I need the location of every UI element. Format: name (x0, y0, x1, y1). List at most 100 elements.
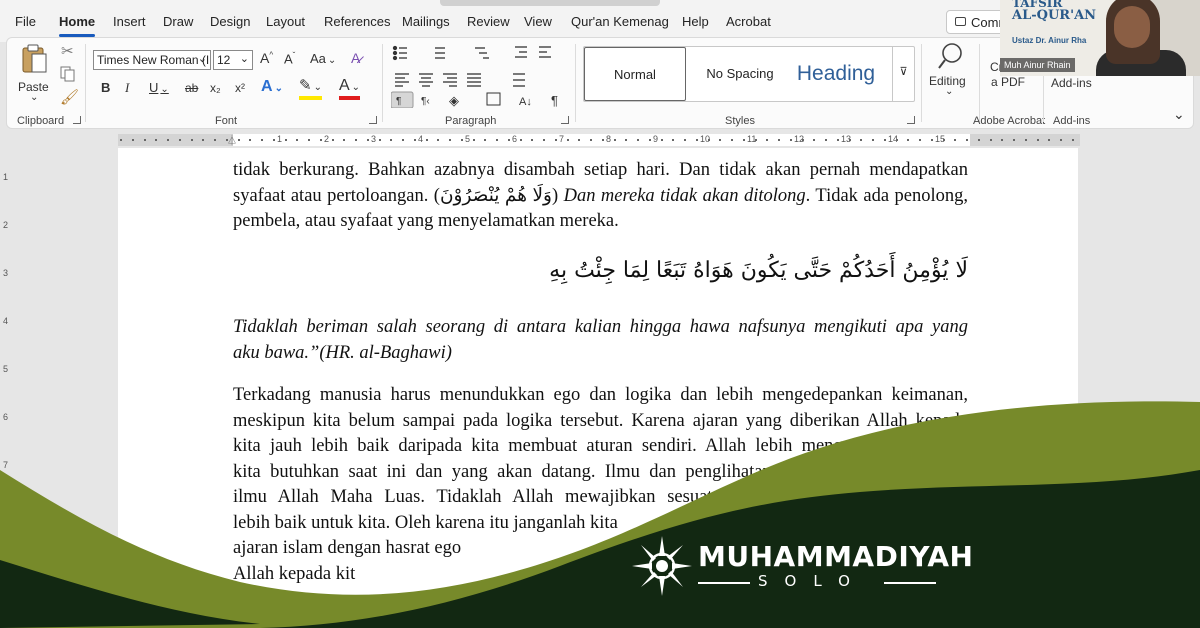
paragraph-1-line-3: pembela, atau syafaat yang menyelamatkan… (233, 211, 619, 231)
ruler-number: 9 (653, 134, 659, 144)
ruler-tick (578, 139, 581, 141)
paragraph-3-line: Terkadang manusia harus menundukkan ego … (233, 385, 968, 405)
change-case-button[interactable]: Aa (310, 51, 336, 66)
format-painter-icon[interactable]: 🖌 (60, 88, 79, 106)
highlight-color-button[interactable]: ✎ (299, 78, 322, 100)
styles-more-icon[interactable]: ⊽ (892, 47, 914, 101)
ruler-tick (167, 139, 169, 141)
tab-mailings[interactable]: Mailings (402, 14, 450, 29)
ruler-number: 7 (559, 134, 565, 144)
ruler-tick (378, 139, 381, 141)
tab-insert[interactable]: Insert (113, 14, 146, 29)
tab-help[interactable]: Help (682, 14, 709, 29)
ruler-tick (754, 139, 757, 141)
ruler-tick (942, 139, 945, 141)
ruler-tick (425, 139, 428, 141)
cut-icon[interactable]: ✂ (61, 42, 74, 60)
paragraph-3-line: lebih baik untuk kita. Oleh karena itu j… (233, 512, 618, 533)
ruler-tick (660, 139, 663, 141)
ruler-number: 3 (371, 134, 377, 144)
ruler-tick (883, 139, 886, 141)
paragraph-launcher-icon[interactable] (561, 116, 569, 124)
ruler-tick (296, 139, 299, 141)
ruler-tick (413, 139, 416, 141)
ruler-tick (1036, 139, 1039, 141)
shrink-font-button[interactable]: Aˇ (284, 51, 295, 66)
bold-button[interactable]: B (101, 80, 110, 95)
paragraph-1-tail: . Tidak ada penolong, (805, 185, 968, 206)
tab-file[interactable]: File (15, 14, 36, 29)
ruler-tick (308, 139, 310, 141)
font-size-select[interactable]: 12 ⌄ (213, 50, 253, 70)
font-color-button[interactable]: A (339, 77, 361, 100)
clear-formatting-icon[interactable]: A̷ (351, 50, 360, 66)
ruler-tick (472, 139, 475, 141)
tab-review[interactable]: Review (467, 14, 510, 29)
ruler-tick (460, 139, 463, 141)
ruler-tick (531, 139, 534, 141)
addins-button[interactable]: Add-ins (1051, 76, 1092, 90)
tab-view[interactable]: View (524, 14, 552, 29)
ruler-tick (860, 139, 863, 141)
copy-icon[interactable] (60, 66, 76, 82)
collapse-ribbon-icon[interactable]: ⌄ (1173, 106, 1185, 123)
style-normal[interactable]: Normal (584, 47, 686, 101)
ruler-tick (331, 139, 334, 141)
ruler-tick (143, 139, 146, 141)
ruler-tick (190, 139, 193, 141)
styles-launcher-icon[interactable] (907, 116, 915, 124)
paragraph-3-line: kita butuhkan saat ini dan yang akan dat… (233, 461, 968, 482)
title-bar (440, 0, 660, 6)
tab-quran-kemenag[interactable]: Qur'an Kemenag (571, 14, 669, 29)
clipboard-launcher-icon[interactable] (73, 116, 81, 124)
brand-city: SOLO (758, 572, 867, 590)
style-no-spacing[interactable]: No Spacing (690, 47, 790, 101)
paragraph-1-arabic-inline: syafaat atau pertoloangan. (وَلَا هُمْ ي… (233, 185, 559, 206)
superscript-button[interactable]: x² (235, 81, 245, 95)
ruler-tick (366, 139, 369, 141)
create-pdf-label-line2: a PDF (990, 75, 1025, 89)
subscript-button[interactable]: x₂ (210, 81, 221, 95)
font-launcher-icon[interactable] (369, 116, 377, 124)
ruler-tick (237, 139, 240, 141)
hadith-translation-line-2: aku bawa.”(HR. al-Baghawi) (233, 342, 452, 363)
ruler-number: 8 (606, 134, 612, 144)
underline-button[interactable]: U (149, 80, 169, 95)
indent-marker-icon[interactable]: ⏃ (227, 132, 237, 147)
font-family-value: Times New Roman (I (97, 53, 210, 67)
italic-button[interactable]: I (125, 80, 129, 96)
vertical-ruler-number: 5 (3, 364, 9, 374)
ruler-tick (566, 139, 569, 141)
paste-button[interactable]: Paste ⌄ (15, 42, 55, 106)
ruler-tick (319, 139, 322, 141)
tab-draw[interactable]: Draw (163, 14, 193, 29)
ruler-tick (637, 139, 639, 141)
ruler-tick (284, 139, 287, 141)
ruler-tick (120, 139, 122, 141)
paragraph-controls-icon[interactable]: ¶ ¶‹ ◈ A↓ ¶ (391, 44, 567, 108)
tab-acrobat[interactable]: Acrobat (726, 14, 771, 29)
ruler-tick (801, 139, 804, 141)
tab-design[interactable]: Design (210, 14, 250, 29)
font-family-select[interactable]: Times New Roman (I ⌄ (93, 50, 211, 70)
paste-icon (22, 44, 47, 73)
addins-group-label: Add-ins (1053, 115, 1091, 127)
ruler-tick (554, 139, 557, 141)
ruler-tick (1013, 139, 1015, 141)
editing-button[interactable]: Editing ⌄ (927, 42, 973, 106)
grow-font-button[interactable]: A^ (260, 50, 273, 66)
ruler-tick (261, 139, 263, 141)
text-effects-button[interactable]: A (261, 78, 283, 96)
ruler-tick (919, 139, 921, 141)
tab-home[interactable]: Home (59, 14, 96, 37)
tab-layout[interactable]: Layout (266, 14, 305, 29)
ruler-tick (507, 139, 510, 141)
style-heading[interactable]: Heading (790, 47, 882, 101)
ruler-tick (895, 139, 898, 141)
video-call-thumbnail[interactable]: TAFSIR AL-QUR'AN Ustaz Dr. Ainur Rha Muh… (1000, 0, 1200, 76)
styles-gallery: Normal No Spacing Heading ⊽ (583, 46, 915, 102)
muhammadiyah-logo: MUHAMMADIYAH SOLO (632, 536, 973, 596)
hadith-translation: Tidaklah beriman salah seorang di antara… (233, 315, 968, 366)
tab-references[interactable]: References (324, 14, 390, 29)
strikethrough-button[interactable]: ab (185, 81, 198, 95)
